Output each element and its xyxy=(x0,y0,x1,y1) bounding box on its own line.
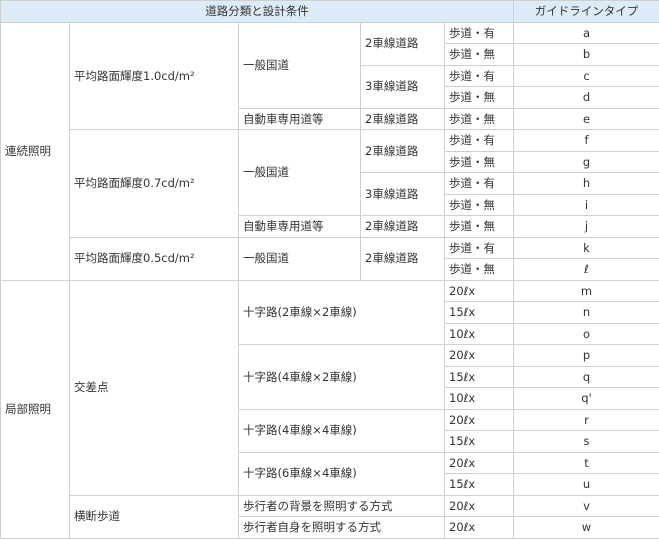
category-continuous: 連続照明 xyxy=(0,21,70,281)
guideline-type-cell: i xyxy=(513,193,659,216)
guideline-type-cell: u xyxy=(513,473,659,496)
illuminance-cell: 15ℓx xyxy=(444,365,514,388)
location-intersection: 交差点 xyxy=(69,279,239,496)
crosswalk-method: 歩行者の背景を照明する方式 xyxy=(238,494,445,517)
road-class: 自動車専用道等 xyxy=(238,215,361,238)
lane-count: 2車線道路 xyxy=(360,107,445,130)
sidewalk-cell: 歩道・無 xyxy=(444,193,514,216)
illuminance-cell: 15ℓx xyxy=(444,301,514,324)
guideline-type-cell: w xyxy=(513,516,659,539)
table-row: 連続照明 平均路面輝度1.0cd/m² 一般国道 2車線道路 歩道・有 a xyxy=(0,21,659,281)
sidewalk-cell: 歩道・有 xyxy=(444,172,514,195)
table-row: 横断歩道 歩行者の背景を照明する方式 20ℓx v xyxy=(1,494,659,539)
sidewalk-cell: 歩道・無 xyxy=(444,107,514,130)
header-guideline-type: ガイドラインタイプ xyxy=(513,0,659,23)
location-crosswalk: 横断歩道 xyxy=(69,494,239,539)
sidewalk-cell: 歩道・無 xyxy=(444,215,514,238)
guideline-type-cell: s xyxy=(513,430,659,453)
guideline-type-cell: m xyxy=(513,279,659,302)
guideline-type-cell: a xyxy=(513,21,659,44)
lane-count: 2車線道路 xyxy=(360,215,445,238)
road-class: 一般国道 xyxy=(238,129,361,216)
road-class: 一般国道 xyxy=(238,21,361,109)
lane-count: 3車線道路 xyxy=(360,172,445,216)
guideline-type-cell: r xyxy=(513,408,659,431)
intersection-type: 十字路(2車線×2車線) xyxy=(238,279,445,345)
sidewalk-cell: 歩道・有 xyxy=(444,236,514,259)
road-lighting-table: 道路分類と設計条件 ガイドラインタイプ 連続照明 平均路面輝度1.0cd/m² … xyxy=(0,0,659,539)
guideline-type-cell: o xyxy=(513,322,659,345)
guideline-type-cell: n xyxy=(513,301,659,324)
sidewalk-cell: 歩道・有 xyxy=(444,129,514,152)
guideline-type-cell: p xyxy=(513,344,659,367)
sidewalk-cell: 歩道・有 xyxy=(444,21,514,44)
sidewalk-cell: 歩道・有 xyxy=(444,64,514,87)
table-row: 平均路面輝度0.7cd/m² 一般国道 2車線道路 歩道・有 f xyxy=(1,129,659,238)
guideline-type-cell: h xyxy=(513,172,659,195)
header-row: 道路分類と設計条件 ガイドラインタイプ xyxy=(0,0,659,23)
sidewalk-cell: 歩道・無 xyxy=(444,43,514,66)
illuminance-cell: 15ℓx xyxy=(444,430,514,453)
illuminance-cell: 10ℓx xyxy=(444,387,514,410)
category-local: 局部照明 xyxy=(0,279,70,539)
illuminance-cell: 20ℓx xyxy=(444,516,514,539)
road-class: 一般国道 xyxy=(238,236,361,281)
guideline-type-cell: c xyxy=(513,64,659,87)
illuminance-cell: 20ℓx xyxy=(444,408,514,431)
table-row: 局部照明 交差点 十字路(2車線×2車線) 20ℓx m xyxy=(0,279,659,539)
luminance-1-0: 平均路面輝度1.0cd/m² xyxy=(69,21,239,130)
crosswalk-method: 歩行者自身を照明する方式 xyxy=(238,516,445,539)
intersection-type: 十字路(4車線×2車線) xyxy=(238,344,445,410)
illuminance-cell: 15ℓx xyxy=(444,473,514,496)
sidewalk-cell: 歩道・無 xyxy=(444,150,514,173)
guideline-type-cell: v xyxy=(513,494,659,517)
guideline-type-cell: g xyxy=(513,150,659,173)
illuminance-cell: 20ℓx xyxy=(444,494,514,517)
guideline-type-cell: b xyxy=(513,43,659,66)
luminance-0-7: 平均路面輝度0.7cd/m² xyxy=(69,129,239,238)
illuminance-cell: 20ℓx xyxy=(444,451,514,474)
guideline-type-cell: q' xyxy=(513,387,659,410)
luminance-0-5: 平均路面輝度0.5cd/m² xyxy=(69,236,239,281)
guideline-type-cell: k xyxy=(513,236,659,259)
intersection-type: 十字路(4車線×4車線) xyxy=(238,408,445,453)
header-conditions: 道路分類と設計条件 xyxy=(0,0,514,23)
guideline-type-cell: d xyxy=(513,86,659,109)
guideline-type-cell: q xyxy=(513,365,659,388)
table-row: 平均路面輝度0.5cd/m² 一般国道 2車線道路 歩道・有 k xyxy=(1,236,659,281)
guideline-type-cell: j xyxy=(513,215,659,238)
illuminance-cell: 20ℓx xyxy=(444,344,514,367)
guideline-type-cell: f xyxy=(513,129,659,152)
road-class: 自動車専用道等 xyxy=(238,107,361,130)
sidewalk-cell: 歩道・無 xyxy=(444,86,514,109)
guideline-type-cell: ℓ xyxy=(513,258,659,281)
lane-count: 2車線道路 xyxy=(360,129,445,173)
guideline-type-cell: t xyxy=(513,451,659,474)
lane-count: 3車線道路 xyxy=(360,64,445,109)
guideline-type-cell: e xyxy=(513,107,659,130)
illuminance-cell: 10ℓx xyxy=(444,322,514,345)
lane-count: 2車線道路 xyxy=(360,21,445,66)
intersection-type: 十字路(6車線×4車線) xyxy=(238,451,445,496)
sidewalk-cell: 歩道・無 xyxy=(444,258,514,281)
lane-count: 2車線道路 xyxy=(360,236,445,281)
illuminance-cell: 20ℓx xyxy=(444,279,514,302)
